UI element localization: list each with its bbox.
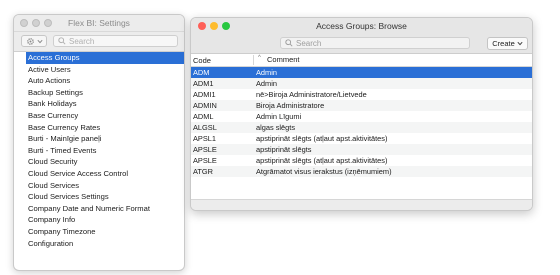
table-row[interactable]: ADMIN Biroja Administratore (191, 100, 532, 111)
cell-comment: Admin Līgumi (256, 112, 302, 121)
column-divider[interactable] (253, 55, 254, 65)
settings-list-item[interactable]: Cloud Service Access Control (14, 168, 184, 180)
cell-code: ADM (193, 68, 210, 77)
search-placeholder: Search (296, 38, 322, 48)
settings-titlebar[interactable]: Flex BI: Settings (14, 15, 184, 32)
settings-list-item[interactable]: Company Info (14, 214, 184, 226)
status-bar (191, 199, 532, 210)
action-menu-button[interactable] (21, 35, 47, 47)
browse-titlebar[interactable]: Access Groups: Browse (191, 18, 532, 35)
search-icon (58, 37, 66, 45)
table-header: Code ^ Comment (191, 54, 532, 67)
create-button[interactable]: Create (487, 37, 528, 50)
settings-list-item[interactable]: Base Currency (14, 110, 184, 122)
settings-list-item[interactable]: Company Timezone (14, 226, 184, 238)
cell-code: ADMIN (193, 101, 217, 110)
table-row[interactable]: ALGSL algas slēgts (191, 122, 532, 133)
settings-list-item[interactable]: Access Groups (26, 52, 184, 64)
table-body: ADM Admin ADM1 Admin ADMI1 nē>Biroja Administ… (191, 67, 532, 177)
settings-list-item[interactable]: Base Currency Rates (14, 122, 184, 134)
browse-window-title: Access Groups: Browse (316, 21, 407, 31)
settings-list-item[interactable]: Auto Actions (14, 75, 184, 87)
settings-list-item[interactable]: Cloud Security (14, 156, 184, 168)
settings-toolbar: Search (14, 32, 184, 52)
settings-list-item[interactable]: Cloud Services (14, 180, 184, 192)
search-icon (285, 39, 293, 47)
cell-code: ATGR (193, 167, 213, 176)
table-row[interactable]: APSL1 apstiprināt slēgts (atļaut apst.akt… (191, 133, 532, 144)
gear-icon (26, 37, 35, 46)
settings-list-item[interactable]: Burti - Mainīgie paneļi (14, 133, 184, 145)
sort-indicator-icon: ^ (258, 55, 261, 61)
settings-search-input[interactable]: Search (53, 35, 178, 47)
cell-code: ALGSL (193, 123, 217, 132)
settings-list-item[interactable]: Configuration (14, 238, 184, 250)
cell-comment: apstiprināt slēgts (atļaut apst.aktivitā… (256, 156, 388, 165)
cell-comment: algas slēgts (256, 123, 296, 132)
browse-window: Access Groups: Browse Search Create Code… (190, 17, 533, 211)
settings-list-item[interactable]: Company Date and Numeric Format (14, 203, 184, 215)
chevron-down-icon (36, 39, 43, 44)
table-row[interactable]: ADMI1 nē>Biroja Administratore/Lietvede (191, 89, 532, 100)
table-row[interactable]: ADM Admin (191, 67, 532, 78)
cell-comment: Biroja Administratore (256, 101, 325, 110)
cell-code: ADML (193, 112, 214, 121)
column-header-comment[interactable]: Comment (267, 55, 300, 64)
settings-list-item[interactable]: Burti - Timed Events (14, 145, 184, 157)
settings-window: Flex BI: Settings Search Access Groups Ac… (13, 14, 185, 271)
settings-list: Access Groups Active Users Auto Actions Bac… (14, 52, 184, 249)
table-row[interactable]: APSLE apstiprināt slēgts (191, 144, 532, 155)
chevron-down-icon (517, 41, 523, 46)
cell-code: ADM1 (193, 79, 214, 88)
settings-list-item[interactable]: Active Users (14, 64, 184, 76)
cell-comment: Atgrāmatot visus ierakstus (izņēmumiem) (256, 167, 392, 176)
cell-comment: apstiprināt slēgts (atļaut apst.aktivitā… (256, 134, 388, 143)
search-placeholder: Search (69, 36, 95, 46)
cell-comment: nē>Biroja Administratore/Lietvede (256, 90, 367, 99)
settings-list-item[interactable]: Backup Settings (14, 87, 184, 99)
settings-list-item[interactable]: Cloud Services Settings (14, 191, 184, 203)
cell-code: APSL1 (193, 134, 217, 143)
settings-window-title: Flex BI: Settings (68, 18, 130, 28)
browse-toolbar: Search Create (191, 35, 532, 54)
cell-code: ADMI1 (193, 90, 216, 99)
cell-code: APSLE (193, 145, 217, 154)
create-label: Create (492, 39, 515, 48)
table-row[interactable]: APSLE apstiprināt slēgts (atļaut apst.akt… (191, 155, 532, 166)
cell-comment: Admin (256, 79, 277, 88)
settings-list-item[interactable]: Bank Holidays (14, 98, 184, 110)
cell-comment: apstiprināt slēgts (256, 145, 312, 154)
browse-search-input[interactable]: Search (280, 37, 470, 49)
table-row[interactable]: ATGR Atgrāmatot visus ierakstus (izņēmumi… (191, 166, 532, 177)
table-row[interactable]: ADML Admin Līgumi (191, 111, 532, 122)
cell-comment: Admin (256, 68, 277, 77)
table-row[interactable]: ADM1 Admin (191, 78, 532, 89)
cell-code: APSLE (193, 156, 217, 165)
column-header-code[interactable]: Code (193, 56, 211, 65)
